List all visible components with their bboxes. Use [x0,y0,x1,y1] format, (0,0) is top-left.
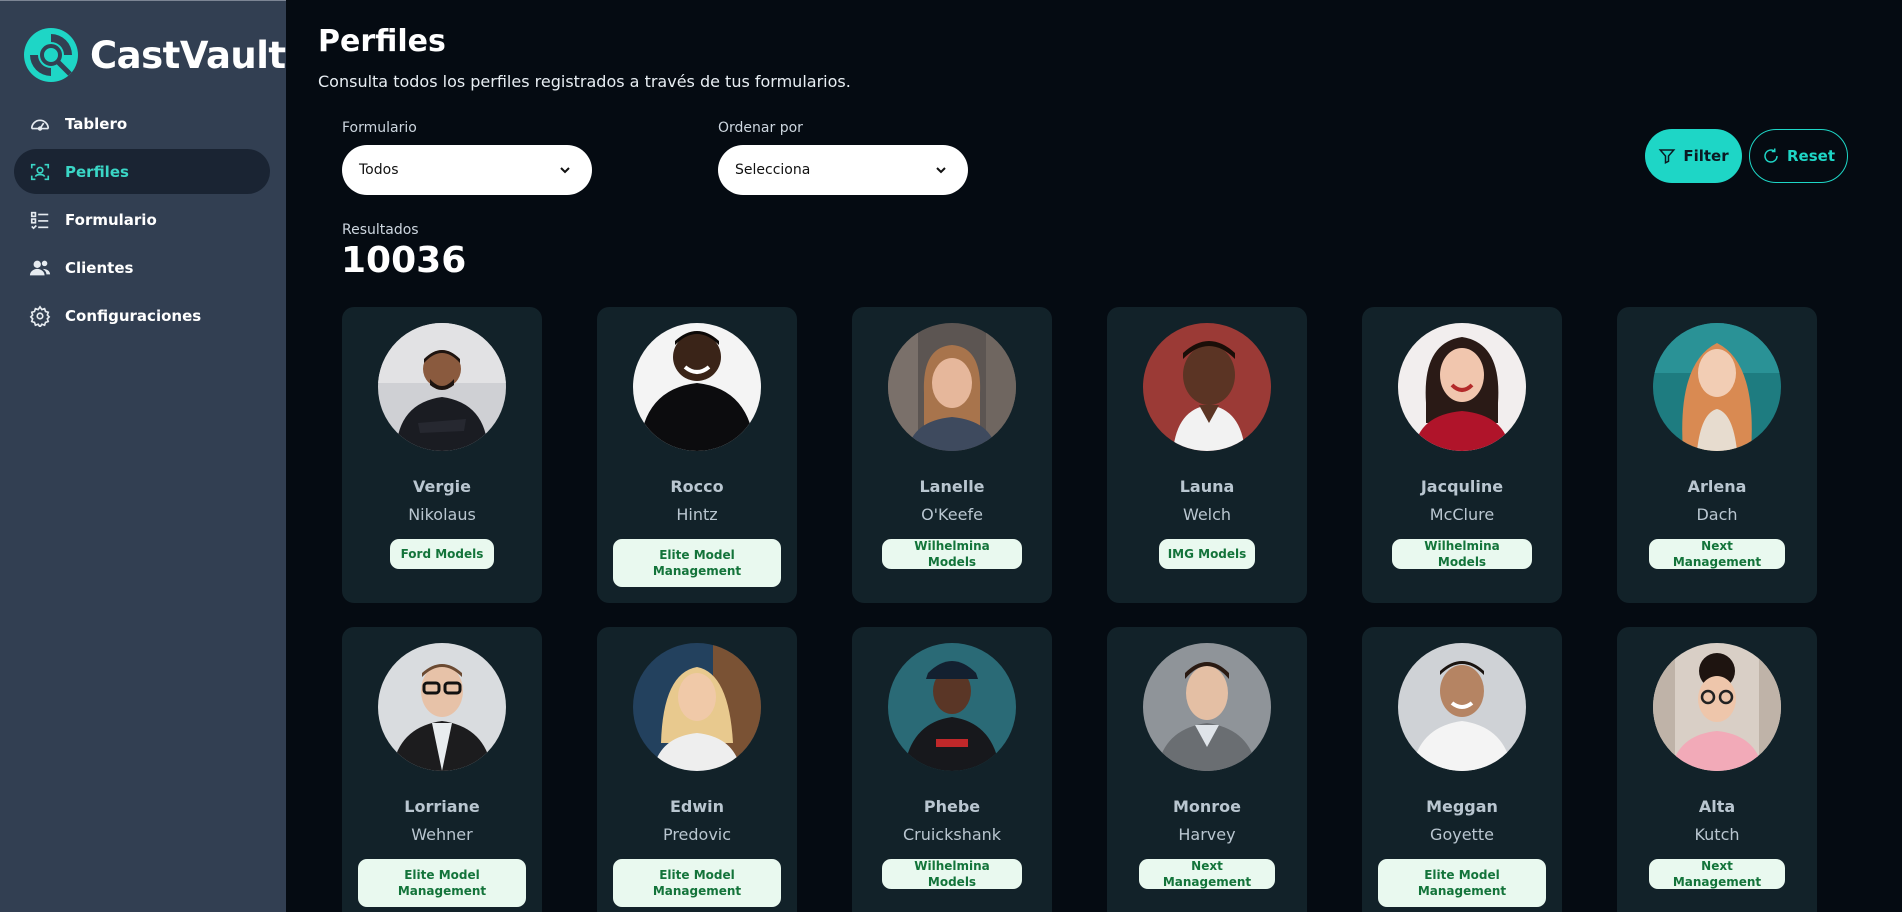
profile-card[interactable]: Edwin Predovic Elite Model Management [597,627,797,912]
profile-photo [378,643,506,771]
agency-badge: Ford Models [390,539,494,569]
sidebar-item-label: Clientes [65,258,134,277]
gear-icon [29,304,51,327]
profile-card[interactable]: Monroe Harvey Next Management [1107,627,1307,912]
profile-card[interactable]: Meggan Goyette Elite Model Management [1362,627,1562,912]
sidebar-item-tablero[interactable]: Tablero [14,101,270,146]
agency-badge: Next Management [1649,539,1785,569]
profile-first-name: Edwin [669,797,725,816]
profile-card[interactable]: Launa Welch IMG Models [1107,307,1307,603]
filter-button[interactable]: Filter [1645,129,1742,183]
page-title: Perfiles [318,24,446,59]
profile-first-name: Phebe [923,797,981,816]
profile-card[interactable]: Lorriane Wehner Elite Model Management [342,627,542,912]
profile-photo [1143,643,1271,771]
profile-first-name: Monroe [1172,797,1242,816]
sidebar-item-label: Configuraciones [65,306,202,325]
reset-button[interactable]: Reset [1749,129,1848,183]
agency-badge: Elite Model Management [358,859,526,907]
app-logo[interactable]: CastVault [22,25,286,85]
profile-photo [888,643,1016,771]
profile-card[interactable]: Jacquline McClure Wilhelmina Models [1362,307,1562,603]
filter-button-label: Filter [1683,147,1729,165]
profile-last-name: Dach [1696,505,1738,524]
profile-photo [633,323,761,451]
profile-last-name: O'Keefe [921,505,983,524]
profile-first-name: Rocco [670,477,724,496]
profile-first-name: Lorriane [404,797,480,816]
agency-badge: Next Management [1139,859,1275,889]
chevron-down-icon [560,167,570,174]
form-list-icon [29,209,51,231]
profile-first-name: Vergie [412,477,472,496]
profile-photo [1653,323,1781,451]
reset-button-label: Reset [1787,147,1835,165]
profile-card[interactable]: Alta Kutch Next Management [1617,627,1817,912]
agency-badge: Next Management [1649,859,1785,889]
form-select-value: Todos [359,162,399,178]
profile-first-name: Arlena [1687,477,1747,496]
profile-photo [378,323,506,451]
agency-badge: Elite Model Management [613,539,781,587]
agency-badge: Elite Model Management [613,859,781,907]
sidebar-item-formulario[interactable]: Formulario [14,197,270,242]
profile-last-name: Wehner [411,825,473,844]
sort-select-value: Selecciona [735,162,811,178]
page-subtitle: Consulta todos los perfiles registrados … [318,72,851,91]
profile-first-name: Jacquline [1420,477,1504,496]
results-count: 10036 [341,240,467,281]
profile-grid: Vergie Nikolaus Ford Models Rocco Hintz … [342,307,1902,912]
agency-badge: Wilhelmina Models [882,859,1022,889]
profile-card[interactable]: Rocco Hintz Elite Model Management [597,307,797,603]
users-icon [29,257,51,279]
refresh-icon [1764,148,1778,163]
profile-last-name: Welch [1182,505,1232,524]
form-select[interactable]: Todos [342,145,592,195]
profile-last-name: Kutch [1694,825,1740,844]
profile-last-name: Nikolaus [408,505,476,524]
sidebar-item-perfiles[interactable]: Perfiles [14,149,270,194]
sidebar-item-label: Tablero [65,114,128,133]
profile-first-name: Alta [1698,797,1736,816]
profile-card[interactable]: Vergie Nikolaus Ford Models [342,307,542,603]
profile-card[interactable]: Phebe Cruickshank Wilhelmina Models [852,627,1052,912]
profile-last-name: Cruickshank [902,825,1002,844]
agency-badge: Wilhelmina Models [1392,539,1532,569]
profile-card[interactable]: Lanelle O'Keefe Wilhelmina Models [852,307,1052,603]
profile-last-name: Goyette [1430,825,1494,844]
profile-first-name: Lanelle [919,477,985,496]
profile-scan-icon [29,161,51,183]
form-filter-label: Formulario [342,120,417,136]
app-name: CastVault [90,33,286,77]
chevron-down-icon [936,167,946,174]
agency-badge: Elite Model Management [1378,859,1546,907]
sidebar-item-label: Formulario [65,210,157,229]
sort-label: Ordenar por [718,120,803,136]
sidebar-item-label: Perfiles [65,162,129,181]
sidebar: CastVault Tablero Perfiles Formulario Cl… [0,0,286,912]
profile-photo [888,323,1016,451]
profile-photo [1653,643,1781,771]
profile-last-name: Hintz [676,505,718,524]
castvault-logo-icon [24,28,78,82]
sidebar-item-clientes[interactable]: Clientes [14,245,270,290]
dashboard-gauge-icon [29,113,51,135]
profile-photo [1398,643,1526,771]
profile-last-name: Harvey [1178,825,1236,844]
funnel-icon [1658,149,1676,164]
profile-last-name: McClure [1429,505,1495,524]
results-label: Resultados [342,222,419,238]
agency-badge: IMG Models [1159,539,1255,569]
profile-first-name: Meggan [1426,797,1498,816]
profile-photo [1143,323,1271,451]
sort-select[interactable]: Selecciona [718,145,968,195]
sidebar-item-configuraciones[interactable]: Configuraciones [14,293,270,338]
profile-card[interactable]: Arlena Dach Next Management [1617,307,1817,603]
profile-photo [633,643,761,771]
profile-first-name: Launa [1179,477,1235,496]
profile-photo [1398,323,1526,451]
profile-last-name: Predovic [662,825,732,844]
agency-badge: Wilhelmina Models [882,539,1022,569]
sidebar-nav: Tablero Perfiles Formulario Clientes Con… [14,101,270,341]
